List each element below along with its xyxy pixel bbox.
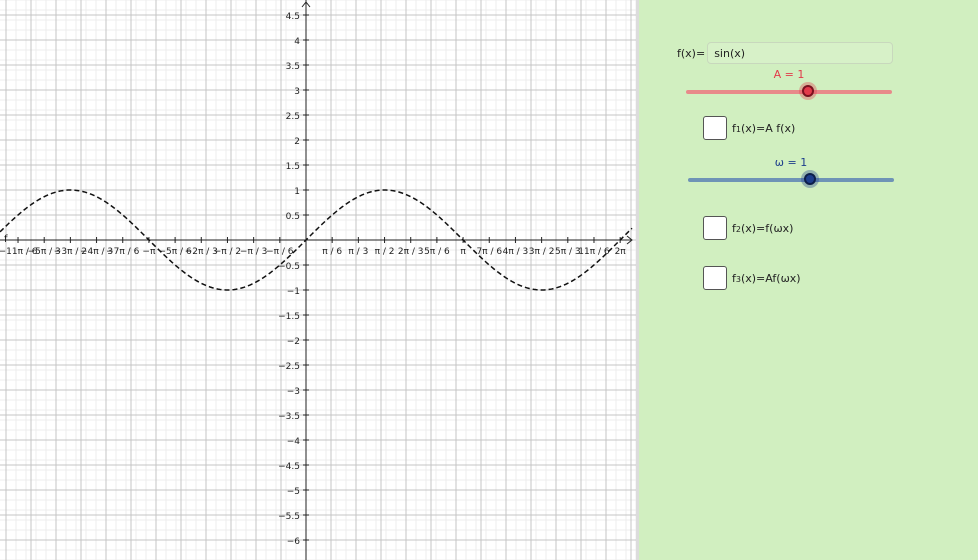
y-tick-label: −6 (287, 537, 301, 547)
x-tick-label: 7π / 6 (476, 247, 502, 257)
x-tick-label: −π / 3 (240, 247, 267, 257)
checkbox-f3-label: f 3 (x)=Af(ωx) (732, 271, 801, 285)
slider-omega-track[interactable] (688, 178, 894, 182)
y-tick-label: −5 (287, 487, 300, 497)
x-tick-label: 2π (615, 247, 627, 257)
y-tick-label: 1.5 (286, 162, 300, 172)
y-tick-label: −2 (287, 337, 300, 347)
slider-a-knob[interactable] (802, 85, 814, 97)
checkbox-f2-label: f 2 (x)=f(ωx) (732, 221, 794, 235)
x-tick-label: −7π / 6 (106, 247, 139, 257)
y-tick-label: −1.5 (278, 312, 300, 322)
x-tick-label: 2π / 3 (398, 247, 424, 257)
x-tick-label: −π / 2 (214, 247, 241, 257)
slider-a[interactable]: A = 1 (686, 68, 892, 100)
function-input-label: f(x)= (677, 46, 706, 60)
x-tick-label: 5π / 3 (555, 247, 581, 257)
x-tick-label: π / 2 (375, 247, 395, 257)
x-tick-label: π / 3 (348, 247, 368, 257)
slider-a-label: A = 1 (773, 68, 805, 81)
x-tick-label: 4π / 3 (503, 247, 529, 257)
y-tick-label: 4 (294, 37, 300, 47)
graphics-view[interactable]: 4.5 4 3.5 3 2.5 2 1.5 1 0.5 −0.5 −1 −1.5 −2 −2.5 −3 −3.… (0, 0, 636, 560)
y-tick-label: −1 (287, 287, 300, 297)
checkbox-row-f2: f 2 (x)=f(ωx) (703, 216, 793, 240)
slider-omega[interactable]: ω = 1 (688, 156, 894, 188)
slider-omega-knob[interactable] (804, 173, 816, 185)
graph-canvas[interactable]: 4.543.532.521.510.5−0.5−1−1.5−2−2.5−3−3.… (0, 0, 636, 560)
x-tick-label: π / 6 (322, 247, 342, 257)
checkbox-f1[interactable] (703, 116, 727, 140)
y-tick-label: 3.5 (286, 62, 300, 72)
y-tick-label: 1 (294, 187, 300, 197)
x-tick-label: 5π / 6 (424, 247, 450, 257)
function-input[interactable] (707, 42, 894, 64)
x-tick-label: π (460, 247, 466, 257)
y-tick-label: −3 (287, 387, 300, 397)
checkbox-f2[interactable] (703, 216, 727, 240)
x-tick-label: −π (142, 247, 156, 257)
y-tick-label: −3.5 (278, 412, 300, 422)
slider-omega-label: ω = 1 (774, 156, 808, 169)
function-input-row: f(x)= (677, 40, 894, 66)
y-tick-label: −5.5 (278, 512, 300, 522)
y-tick-label: 0.5 (286, 212, 300, 222)
y-tick-label: −4.5 (278, 462, 300, 472)
x-tick-label: 3π / 2 (529, 247, 555, 257)
y-tick-label: −2.5 (278, 362, 300, 372)
y-tick-label: 2 (294, 137, 300, 147)
checkbox-f3[interactable] (703, 266, 727, 290)
function-curve-label: f (4, 234, 8, 245)
slider-a-track[interactable] (686, 90, 892, 94)
y-tick-label: 3 (294, 87, 300, 97)
y-tick-label: 4.5 (286, 12, 300, 22)
checkbox-f1-label: f 1 (x)=A f(x) (732, 121, 796, 135)
checkbox-row-f1: f 1 (x)=A f(x) (703, 116, 795, 140)
algebra-panel: f(x)= A = 1 f1(x)=A f(x) ω = 1 f2(x)=f(ω… (639, 0, 978, 560)
checkbox-row-f3: f 3 (x)=Af(ωx) (703, 266, 801, 290)
y-tick-label: 2.5 (286, 112, 300, 122)
y-tick-label: −4 (287, 437, 301, 447)
